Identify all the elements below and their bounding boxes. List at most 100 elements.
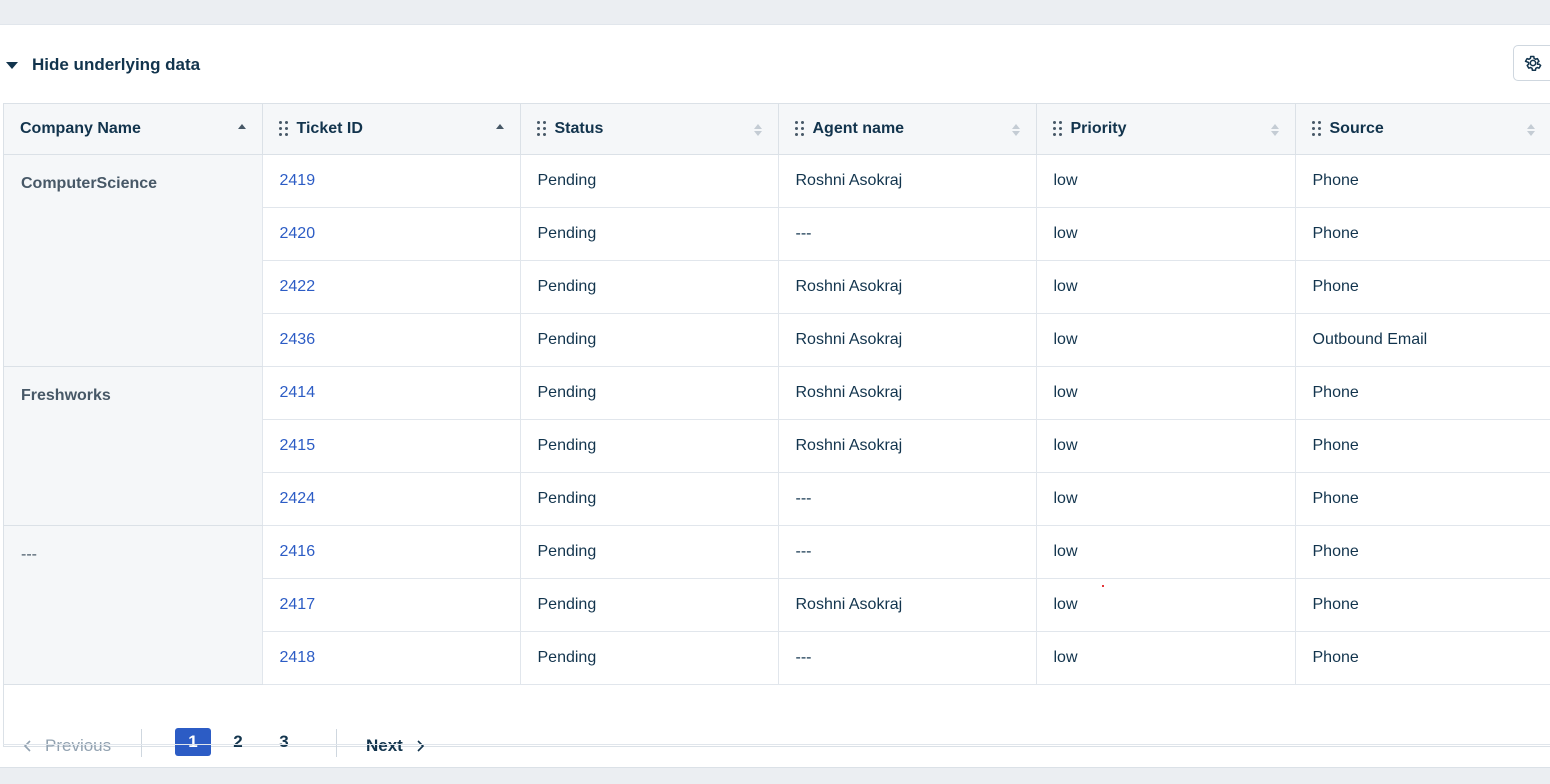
agent-cell: --- xyxy=(778,207,1037,261)
ticket-link[interactable]: 2420 xyxy=(280,225,316,242)
ticket-link[interactable]: 2422 xyxy=(280,278,316,295)
page-button-2[interactable]: 2 xyxy=(220,728,256,756)
agent-cell: --- xyxy=(778,525,1037,579)
ticket-id-cell: 2416 xyxy=(262,525,521,579)
sort-icon[interactable] xyxy=(495,124,504,129)
table-row: Freshworks 2414 Pending Roshni Asokraj l… xyxy=(4,366,1550,526)
chevron-left-icon xyxy=(23,740,31,752)
priority-cell: low xyxy=(1036,525,1296,579)
ticket-id-cell: 2418 xyxy=(262,631,521,685)
source-cell: Phone xyxy=(1295,578,1550,632)
column-header-source[interactable]: Source xyxy=(1295,104,1550,155)
drag-handle-icon[interactable] xyxy=(536,121,546,137)
ticket-id-cell: 2436 xyxy=(262,313,521,367)
status-cell: Pending xyxy=(520,207,779,261)
ticket-link[interactable]: 2415 xyxy=(280,437,316,454)
next-label: Next xyxy=(366,736,403,755)
sort-icon[interactable] xyxy=(753,124,762,136)
status-cell: Pending xyxy=(520,366,779,420)
chevron-right-icon xyxy=(417,740,424,752)
drag-handle-icon[interactable] xyxy=(794,121,804,137)
priority-cell: low xyxy=(1036,260,1296,314)
priority-cell: low xyxy=(1036,578,1296,632)
source-cell: Phone xyxy=(1295,260,1550,314)
source-cell: Phone xyxy=(1295,207,1550,261)
agent-cell: Roshni Asokraj xyxy=(778,366,1037,420)
ticket-link[interactable]: 2417 xyxy=(280,596,316,613)
priority-cell: low xyxy=(1036,472,1296,526)
column-header-ticket-id[interactable]: Ticket ID xyxy=(262,104,521,155)
status-cell: Pending xyxy=(520,154,779,208)
agent-cell: --- xyxy=(778,472,1037,526)
caret-down-icon xyxy=(6,61,18,69)
hide-underlying-data-toggle[interactable]: Hide underlying data xyxy=(6,55,200,75)
ticket-link[interactable]: 2436 xyxy=(280,331,316,348)
panel-header: Hide underlying data xyxy=(0,25,1550,103)
drag-handle-icon[interactable] xyxy=(1052,121,1062,137)
ticket-id-cell: 2420 xyxy=(262,207,521,261)
table-row: ComputerScience 2419 Pending Roshni Asok… xyxy=(4,154,1550,367)
source-cell: Phone xyxy=(1295,419,1550,473)
ticket-id-cell: 2417 xyxy=(262,578,521,632)
ticket-id-cell: 2424 xyxy=(262,472,521,526)
status-cell: Pending xyxy=(520,313,779,367)
column-header-agent-name[interactable]: Agent name xyxy=(778,104,1037,155)
status-cell: Pending xyxy=(520,419,779,473)
column-header-label: Priority xyxy=(1070,119,1127,137)
status-cell: Pending xyxy=(520,472,779,526)
previous-button[interactable]: Previous xyxy=(23,736,111,756)
panel-bottom-border xyxy=(3,744,1550,745)
column-header-label: Status xyxy=(554,119,604,137)
ticket-id-cell: 2415 xyxy=(262,419,521,473)
settings-button[interactable] xyxy=(1513,45,1550,81)
column-header-company-name[interactable]: Company Name xyxy=(4,104,263,155)
drag-handle-icon[interactable] xyxy=(278,121,288,137)
status-cell: Pending xyxy=(520,631,779,685)
ticket-link[interactable]: 2419 xyxy=(280,172,316,189)
column-header-label: Agent name xyxy=(812,119,905,137)
source-cell: Phone xyxy=(1295,154,1550,208)
status-cell: Pending xyxy=(520,525,779,579)
priority-cell: low xyxy=(1036,366,1296,420)
data-table: Company Name Ticket ID Status Agent name… xyxy=(3,103,1550,747)
company-group-cell: Freshworks xyxy=(4,366,263,526)
source-cell: Phone xyxy=(1295,525,1550,579)
company-group-cell: ComputerScience xyxy=(4,154,263,367)
drag-handle-icon[interactable] xyxy=(1311,121,1321,137)
bottom-band xyxy=(0,767,1550,784)
table-row: --- 2416 Pending --- low Phone xyxy=(4,525,1550,685)
agent-cell: --- xyxy=(778,631,1037,685)
column-header-priority[interactable]: Priority xyxy=(1036,104,1296,155)
agent-cell: Roshni Asokraj xyxy=(778,419,1037,473)
next-button[interactable]: Next xyxy=(366,736,425,756)
ticket-id-cell: 2419 xyxy=(262,154,521,208)
sort-icon[interactable] xyxy=(1011,124,1020,136)
priority-cell: low xyxy=(1036,419,1296,473)
ticket-link[interactable]: 2414 xyxy=(280,384,316,401)
cursor-artifact xyxy=(1102,585,1104,587)
status-cell: Pending xyxy=(520,260,779,314)
source-cell: Phone xyxy=(1295,631,1550,685)
column-header-label: Company Name xyxy=(20,119,141,137)
sort-icon[interactable] xyxy=(1526,124,1535,136)
status-cell: Pending xyxy=(520,578,779,632)
page-button-1[interactable]: 1 xyxy=(175,728,211,756)
column-header-label: Ticket ID xyxy=(296,119,363,137)
sort-icon[interactable] xyxy=(237,124,246,129)
ticket-link[interactable]: 2418 xyxy=(280,649,316,666)
sort-icon[interactable] xyxy=(1270,124,1279,136)
underlying-data-panel: Hide underlying data Company Name Ticket… xyxy=(0,24,1550,776)
top-band xyxy=(0,0,1550,10)
company-group-cell: --- xyxy=(4,525,263,685)
ticket-id-cell: 2422 xyxy=(262,260,521,314)
ticket-link[interactable]: 2416 xyxy=(280,543,316,560)
page-button-3[interactable]: 3 xyxy=(266,728,302,756)
source-cell: Outbound Email xyxy=(1295,313,1550,367)
column-header-status[interactable]: Status xyxy=(520,104,779,155)
source-cell: Phone xyxy=(1295,472,1550,526)
ticket-id-cell: 2414 xyxy=(262,366,521,420)
agent-cell: Roshni Asokraj xyxy=(778,260,1037,314)
toggle-label: Hide underlying data xyxy=(32,55,201,74)
source-cell: Phone xyxy=(1295,366,1550,420)
ticket-link[interactable]: 2424 xyxy=(280,490,316,507)
